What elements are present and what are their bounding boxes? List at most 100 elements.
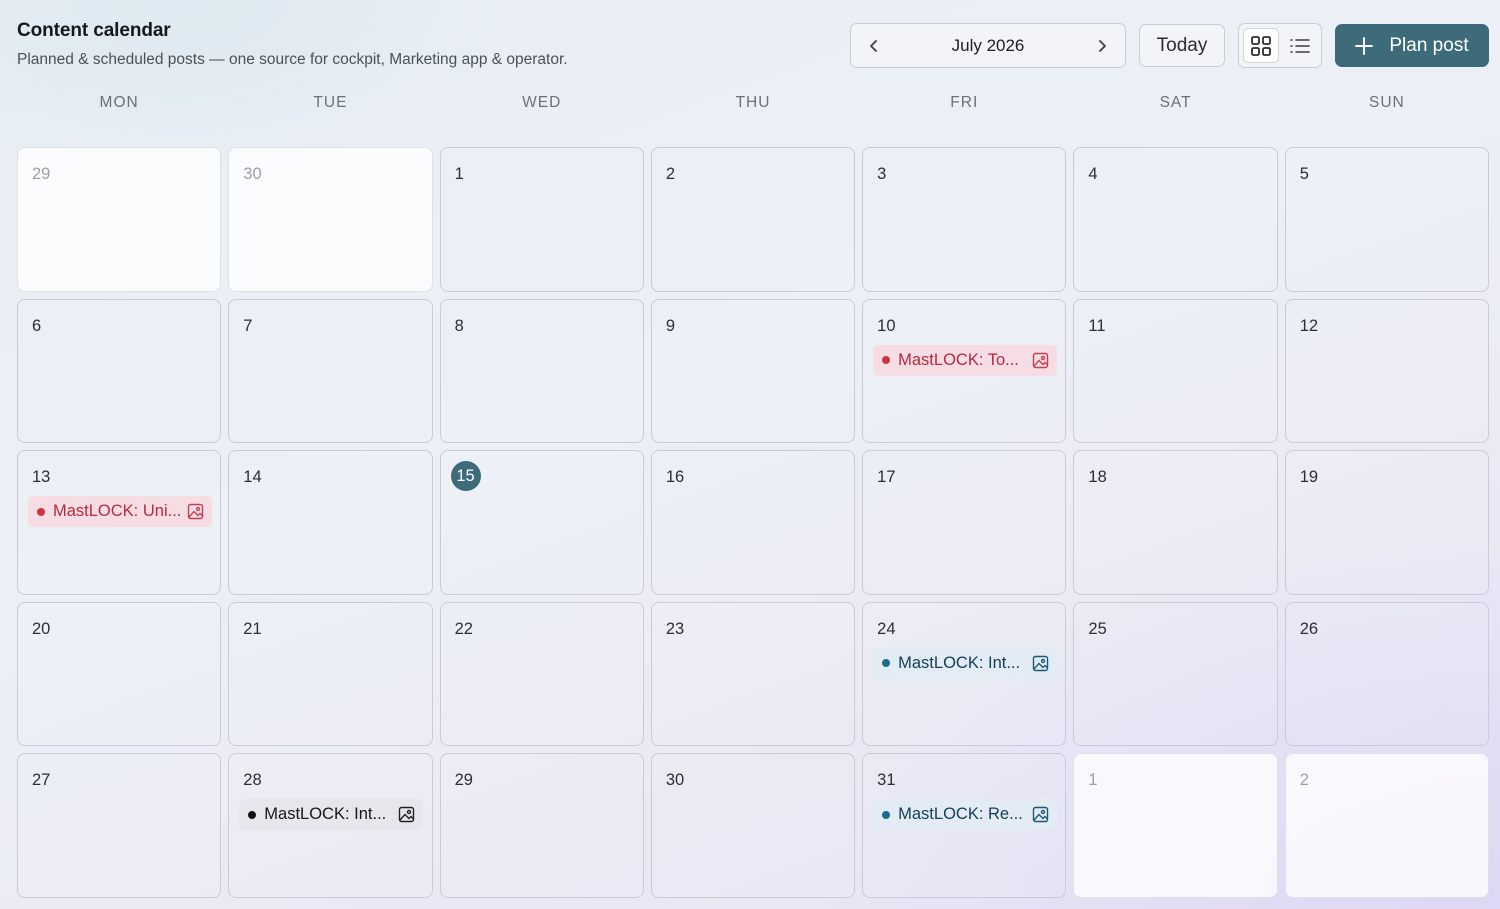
day-number: 25 xyxy=(1088,619,1107,638)
day-cell[interactable]: 20 xyxy=(17,601,222,747)
chevron-right-icon[interactable] xyxy=(1093,37,1111,55)
event-chip[interactable]: MastLOCK: Uni... xyxy=(28,496,212,528)
weekday-thu: THU xyxy=(735,94,771,111)
day-cell[interactable]: 1 xyxy=(1073,753,1278,898)
day-cell[interactable]: 24 MastLOCK: Int... xyxy=(862,601,1067,747)
day-number: 7 xyxy=(243,316,253,335)
day-number: 13 xyxy=(32,468,51,487)
day-cell[interactable]: 3 xyxy=(862,147,1067,292)
list-view-button[interactable] xyxy=(1283,28,1317,63)
day-cell[interactable]: 23 xyxy=(650,601,856,747)
plus-icon xyxy=(1355,36,1374,55)
day-cell[interactable]: 25 xyxy=(1073,601,1278,747)
event-chip[interactable]: MastLOCK: Int... xyxy=(873,647,1058,679)
plan-post-label: Plan post xyxy=(1389,34,1469,56)
day-number: 24 xyxy=(877,619,896,638)
image-icon xyxy=(187,503,204,520)
day-cell[interactable]: 2 xyxy=(1284,753,1489,898)
image-icon xyxy=(1032,655,1049,672)
day-cell[interactable]: 28 MastLOCK: Int... xyxy=(228,753,433,898)
weekday-sun: SUN xyxy=(1368,94,1405,111)
day-number: 4 xyxy=(1088,165,1098,183)
status-dot-icon xyxy=(882,659,891,668)
day-number: 18 xyxy=(1088,468,1107,487)
event-title: MastLOCK: To... xyxy=(898,350,1019,369)
day-cell[interactable]: 15 xyxy=(439,450,644,595)
day-number: 3 xyxy=(877,165,887,183)
day-cell[interactable]: 6 xyxy=(17,298,222,444)
day-cell[interactable]: 31 MastLOCK: Re... xyxy=(862,753,1067,898)
day-cell[interactable]: 10 MastLOCK: To... xyxy=(862,298,1067,444)
event-title: MastLOCK: Uni... xyxy=(53,502,181,521)
day-number: 23 xyxy=(665,619,685,638)
chevron-left-icon[interactable] xyxy=(865,37,883,55)
day-cell[interactable]: 4 xyxy=(1073,147,1278,292)
day-number: 29 xyxy=(454,771,473,790)
day-cell[interactable]: 11 xyxy=(1073,298,1278,444)
day-cell[interactable]: 19 xyxy=(1284,450,1489,595)
day-cell[interactable]: 21 xyxy=(228,601,433,747)
image-icon xyxy=(1032,352,1049,369)
day-cell[interactable]: 13 MastLOCK: Uni... xyxy=(17,450,222,595)
day-number: 14 xyxy=(243,468,262,487)
status-dot-icon xyxy=(37,507,45,516)
day-number: 21 xyxy=(243,619,262,638)
today-button[interactable]: Today xyxy=(1139,24,1225,67)
grid-icon xyxy=(1250,35,1272,57)
weekday-mon: MON xyxy=(99,94,139,111)
event-title: MastLOCK: Int... xyxy=(264,805,387,824)
day-number: 2 xyxy=(665,165,676,183)
day-cell[interactable]: 8 xyxy=(439,298,644,444)
day-number: 1 xyxy=(1088,771,1098,790)
day-cell[interactable]: 16 xyxy=(650,450,856,595)
day-cell[interactable]: 30 xyxy=(228,147,433,292)
weekday-tue: TUE xyxy=(313,94,348,111)
day-cell[interactable]: 29 xyxy=(439,753,644,898)
event-chip[interactable]: MastLOCK: Int... xyxy=(239,799,424,831)
image-icon xyxy=(398,806,415,823)
day-cell[interactable]: 12 xyxy=(1284,298,1489,444)
grid-view-button[interactable] xyxy=(1243,28,1279,63)
day-number: 1 xyxy=(454,165,464,183)
status-dot-icon xyxy=(882,810,891,819)
event-chip[interactable]: MastLOCK: To... xyxy=(873,344,1058,376)
day-cell[interactable]: 27 xyxy=(17,753,222,898)
month-label: July 2026 xyxy=(951,35,1025,55)
day-cell[interactable]: 1 xyxy=(439,147,644,292)
list-icon xyxy=(1289,35,1311,57)
month-navigator: July 2026 xyxy=(850,23,1126,68)
day-cell[interactable]: 9 xyxy=(650,298,856,444)
day-cell[interactable]: 7 xyxy=(228,298,433,444)
image-icon xyxy=(1032,806,1049,823)
plan-post-button[interactable]: Plan post xyxy=(1335,24,1489,67)
day-number: 27 xyxy=(32,771,51,790)
weekday-fri: FRI xyxy=(950,94,979,111)
view-toggle xyxy=(1238,23,1322,68)
calendar-grid: 29 30 1 2 3 4 5 6 7 8 9 10 MastLOCK: To... 11 12 13 Mast… xyxy=(17,147,1489,898)
status-dot-icon xyxy=(882,356,891,365)
day-number: 30 xyxy=(665,771,685,790)
day-number: 26 xyxy=(1299,619,1319,638)
day-cell[interactable]: 5 xyxy=(1284,147,1489,292)
weekday-header: MON TUE WED THU FRI SAT SUN xyxy=(17,94,1489,112)
day-cell[interactable]: 18 xyxy=(1073,450,1278,595)
day-cell[interactable]: 29 xyxy=(17,147,222,292)
day-number: 16 xyxy=(665,468,685,487)
weekday-wed: WED xyxy=(522,94,562,111)
day-number: 11 xyxy=(1088,316,1106,335)
day-cell[interactable]: 26 xyxy=(1284,601,1489,747)
day-cell[interactable]: 30 xyxy=(650,753,856,898)
day-number: 6 xyxy=(32,316,42,335)
page-subtitle: Planned & scheduled posts — one source f… xyxy=(17,51,568,68)
day-cell[interactable]: 2 xyxy=(650,147,856,292)
event-chip[interactable]: MastLOCK: Re... xyxy=(873,799,1058,831)
day-cell[interactable]: 22 xyxy=(439,601,644,747)
weekday-sat: SAT xyxy=(1159,94,1192,111)
today-day-number: 15 xyxy=(450,461,481,492)
day-cell[interactable]: 17 xyxy=(862,450,1067,595)
day-number: 8 xyxy=(454,316,464,335)
day-cell[interactable]: 14 xyxy=(228,450,433,595)
day-number: 2 xyxy=(1299,771,1309,790)
day-number: 10 xyxy=(877,316,896,335)
day-number: 28 xyxy=(243,771,262,790)
